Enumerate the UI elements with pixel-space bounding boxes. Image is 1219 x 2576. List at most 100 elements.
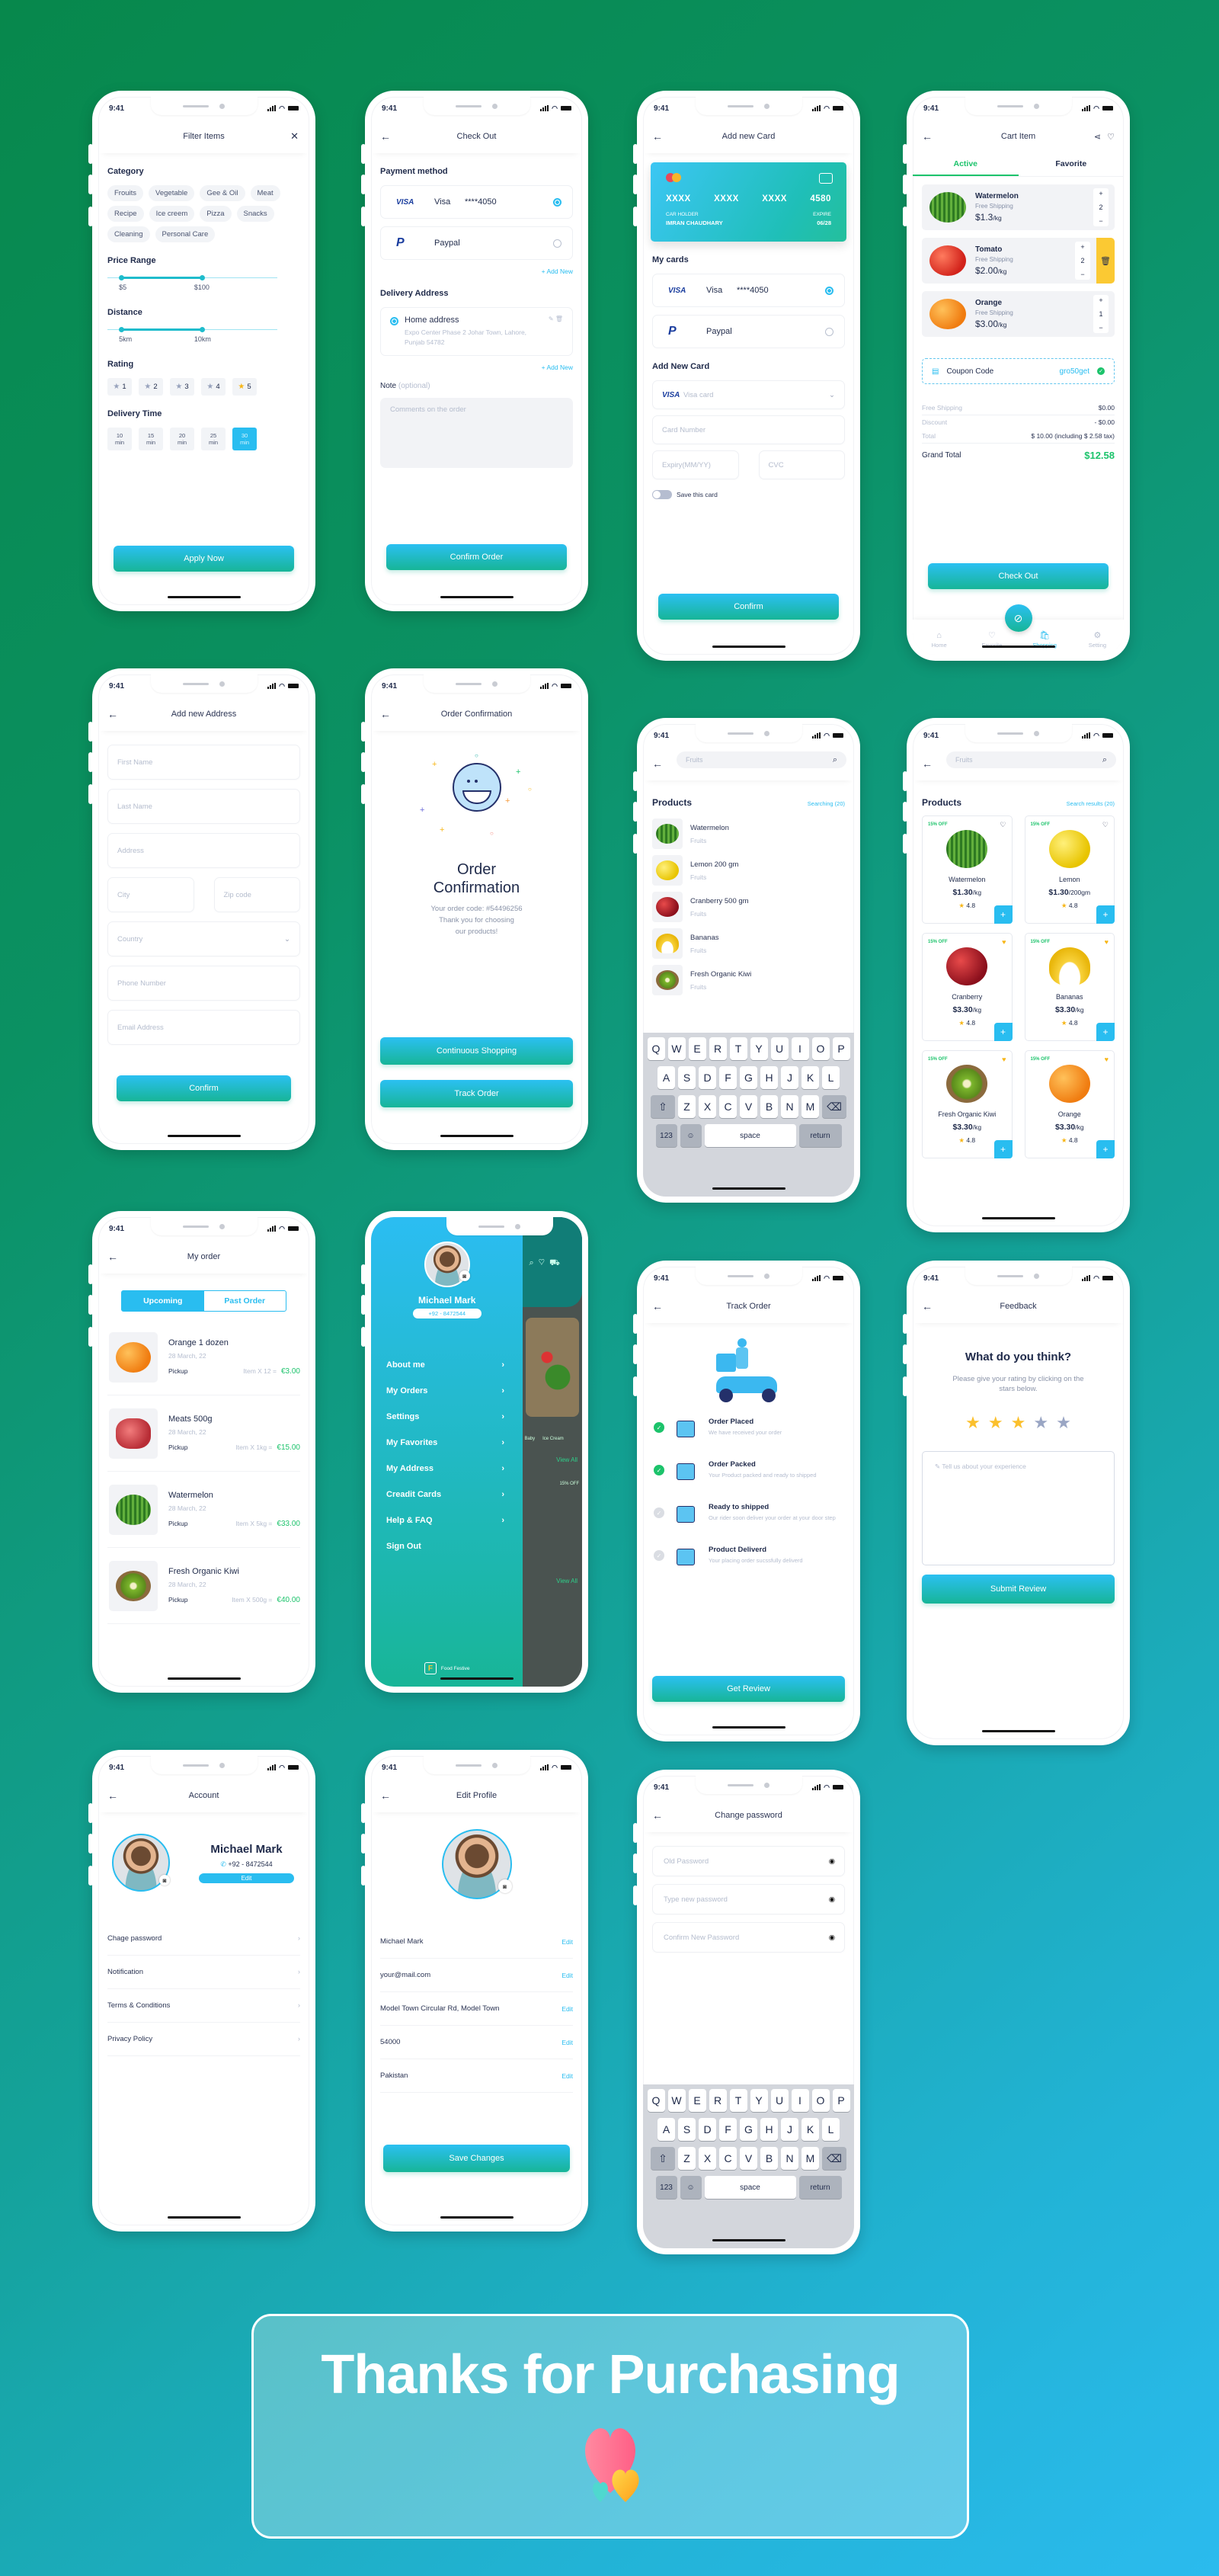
back-arrow-icon[interactable]: ← bbox=[652, 1809, 663, 1821]
key[interactable]: V bbox=[740, 1095, 757, 1118]
delete-trash-icon[interactable]: 🗑 bbox=[1096, 238, 1115, 284]
space-key[interactable]: space bbox=[704, 2176, 796, 2199]
key[interactable]: O bbox=[811, 2089, 830, 2112]
product-card[interactable]: 15% OFF ♥ Bananas $3.30/kg ★ 4.8 + bbox=[1024, 933, 1115, 1041]
key[interactable]: N bbox=[781, 1095, 798, 1118]
radio-button[interactable] bbox=[553, 197, 562, 207]
product-card[interactable]: 15% OFF ♡ Watermelon $1.30/kg ★ 4.8 + bbox=[922, 815, 1013, 924]
key[interactable]: W bbox=[667, 2089, 686, 2112]
add-to-cart-button[interactable]: + bbox=[993, 1023, 1013, 1041]
key[interactable]: Z bbox=[678, 2147, 696, 2170]
note-textarea[interactable]: Comments on the order bbox=[380, 397, 573, 468]
nav-item[interactable]: ⌂ Home bbox=[920, 631, 958, 649]
eye-slash-icon[interactable]: ◉ bbox=[829, 1934, 835, 1942]
city-input[interactable]: City bbox=[107, 877, 194, 912]
cart-item[interactable]: Orange Free Shipping $3.00/kg +1 − bbox=[922, 291, 1115, 337]
radio-button[interactable] bbox=[825, 286, 833, 295]
drawer-menu-item[interactable]: About me › bbox=[386, 1352, 504, 1378]
add-to-cart-button[interactable]: + bbox=[993, 905, 1013, 924]
back-arrow-icon[interactable]: ← bbox=[380, 1789, 391, 1802]
rating-option[interactable]: ★ 5 bbox=[232, 378, 257, 396]
confirm-button[interactable]: Confirm bbox=[117, 1075, 291, 1101]
share-icon[interactable]: ⋖ bbox=[1094, 132, 1101, 142]
key[interactable]: G bbox=[740, 2118, 757, 2141]
drawer-menu-item[interactable]: My Favorites › bbox=[386, 1430, 504, 1456]
key[interactable]: I bbox=[791, 1037, 809, 1060]
key[interactable]: H bbox=[760, 1066, 778, 1089]
close-icon[interactable]: ✕ bbox=[290, 130, 299, 143]
password-input[interactable]: Old Password ◉ bbox=[652, 1846, 845, 1876]
order-item[interactable]: Watermelon 28 March, 22 Pickup Item X 5kg =… bbox=[107, 1472, 300, 1548]
emoji-key[interactable]: ☺ bbox=[680, 2176, 702, 2199]
last-name-input[interactable]: Last Name bbox=[107, 789, 300, 824]
phone-number-input[interactable]: Phone Number bbox=[107, 966, 300, 1001]
key[interactable]: Q bbox=[647, 2089, 665, 2112]
numbers-key[interactable]: 123 bbox=[655, 1124, 677, 1147]
back-arrow-icon[interactable]: ← bbox=[652, 758, 663, 770]
space-key[interactable]: space bbox=[704, 1124, 796, 1147]
drawer-menu-item[interactable]: Creadit Cards › bbox=[386, 1482, 504, 1507]
edit-profile-button[interactable]: Edit bbox=[199, 1873, 294, 1883]
drawer-menu-item[interactable]: My Address › bbox=[386, 1456, 504, 1482]
key[interactable]: U bbox=[770, 1037, 789, 1060]
quantity-stepper[interactable]: +2 − bbox=[1075, 242, 1090, 280]
tab[interactable]: Active bbox=[913, 153, 1019, 176]
shift-key[interactable]: ⇧ bbox=[651, 1095, 675, 1118]
key[interactable]: Y bbox=[750, 2089, 768, 2112]
delivery-time-option[interactable]: 30 min bbox=[232, 428, 257, 450]
slider-handle[interactable] bbox=[119, 327, 125, 332]
avatar[interactable]: ◙ bbox=[112, 1834, 170, 1892]
trash-icon[interactable]: 🗑 bbox=[555, 316, 563, 322]
delivery-time-option[interactable]: 10 min bbox=[107, 428, 132, 450]
key[interactable]: N bbox=[781, 2147, 798, 2170]
category-chip[interactable]: Vegetable bbox=[149, 185, 195, 201]
product-card[interactable]: 15% OFF ♥ Orange $3.30/kg ★ 4.8 + bbox=[1024, 1050, 1115, 1158]
drawer-menu-item[interactable]: Sign Out bbox=[386, 1533, 504, 1559]
save-card-toggle[interactable] bbox=[652, 490, 672, 499]
address-input[interactable]: Address bbox=[107, 833, 300, 868]
favorite-heart-icon[interactable]: ♥ bbox=[1105, 1056, 1109, 1063]
minus-icon[interactable]: − bbox=[1099, 324, 1102, 332]
slider-handle[interactable] bbox=[200, 327, 206, 332]
product-card[interactable]: 15% OFF ♡ Lemon $1.30/200gm ★ 4.8 + bbox=[1024, 815, 1115, 924]
search-input[interactable]: Fruits ⌕ bbox=[946, 751, 1116, 768]
delivery-time-option[interactable]: 25 min bbox=[201, 428, 226, 450]
edit-link[interactable]: Edit bbox=[562, 2072, 573, 2080]
return-key[interactable]: return bbox=[798, 2176, 842, 2199]
edit-link[interactable]: Edit bbox=[562, 1938, 573, 1946]
category-chip[interactable]: Ice creem bbox=[149, 206, 195, 222]
edit-link[interactable]: Edit bbox=[562, 2005, 573, 2013]
shift-key[interactable]: ⇧ bbox=[651, 2147, 675, 2170]
key[interactable]: B bbox=[760, 1095, 778, 1118]
account-menu-item[interactable]: Privacy Policy › bbox=[107, 2023, 300, 2056]
key[interactable]: S bbox=[678, 2118, 696, 2141]
key[interactable]: V bbox=[740, 2147, 757, 2170]
check-out-button[interactable]: Check Out bbox=[928, 563, 1109, 589]
backspace-key[interactable]: ⌫ bbox=[822, 1095, 846, 1118]
rating-option[interactable]: ★ 1 bbox=[107, 378, 132, 396]
card-type-select[interactable]: VISA Visa card ⌄ bbox=[652, 380, 845, 409]
quantity-stepper[interactable]: +2 − bbox=[1093, 188, 1109, 226]
key[interactable]: J bbox=[781, 1066, 798, 1089]
confirm-order-button[interactable]: Confirm Order bbox=[386, 544, 567, 570]
favorite-heart-icon[interactable]: ♡ bbox=[1000, 821, 1006, 829]
slider-handle[interactable] bbox=[200, 275, 206, 280]
card-number-input[interactable]: Card Number bbox=[652, 415, 845, 444]
category-chip[interactable]: Personal Care bbox=[155, 226, 216, 242]
key[interactable]: A bbox=[657, 2118, 675, 2141]
key[interactable]: A bbox=[657, 1066, 675, 1089]
add-to-cart-button[interactable]: + bbox=[1096, 1023, 1115, 1041]
tab[interactable]: Favorite bbox=[1019, 153, 1125, 176]
category-chip[interactable]: Recipe bbox=[107, 206, 144, 222]
rating-option[interactable]: ★ 4 bbox=[201, 378, 226, 396]
key[interactable]: Z bbox=[678, 1095, 696, 1118]
drawer-menu-item[interactable]: Help & FAQ › bbox=[386, 1507, 504, 1533]
keyboard[interactable]: Q W E R T Y U I O P A S D F G H J K L ⇧ Z X C V B N M ⌫ 123 ☺ space ret… bbox=[643, 2084, 854, 2248]
tab[interactable]: Upcoming bbox=[122, 1291, 204, 1311]
favorite-heart-icon[interactable]: ♡ bbox=[1102, 821, 1109, 829]
first-name-input[interactable]: First Name bbox=[107, 745, 300, 780]
price-range-slider[interactable] bbox=[107, 274, 300, 282]
star-icon[interactable]: ★ bbox=[988, 1413, 1003, 1433]
account-menu-item[interactable]: Terms & Conditions › bbox=[107, 1989, 300, 2023]
avatar[interactable]: ◙ bbox=[441, 1829, 512, 1899]
